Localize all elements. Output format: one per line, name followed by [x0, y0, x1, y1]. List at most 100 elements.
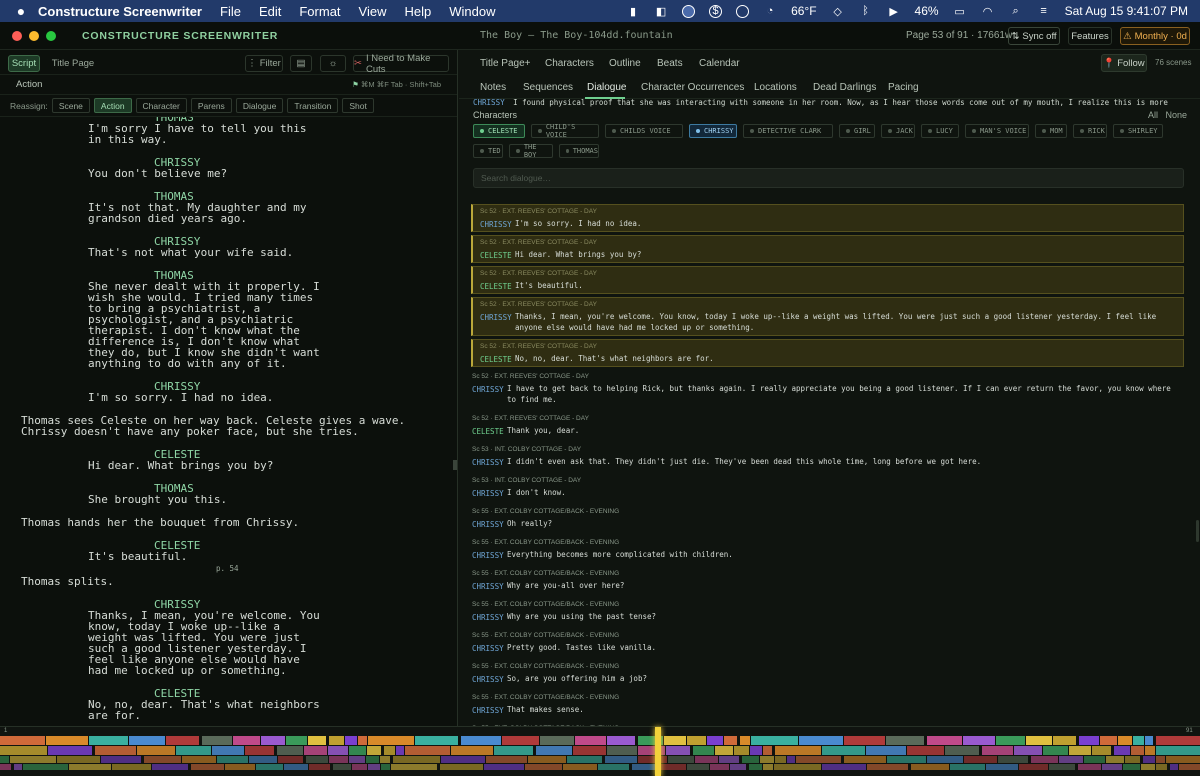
dialogue-row[interactable]: Sc 52 · EXT. REEVES' COTTAGE - DAY CHRISS…: [471, 297, 1184, 336]
timeline-segment[interactable]: [666, 746, 690, 755]
left-scrollbar-thumb[interactable]: [453, 460, 457, 470]
timeline-segment[interactable]: [598, 764, 629, 770]
timeline-segment[interactable]: [69, 764, 111, 770]
character-chip[interactable]: DETECTIVE CLARK: [743, 124, 833, 138]
timeline-segment[interactable]: [48, 746, 92, 755]
dialogue-row[interactable]: Sc 55 · EXT. COLBY COTTAGE/BACK - EVENIN…: [471, 536, 1184, 562]
timeline-segment[interactable]: [152, 764, 188, 770]
timeline-segment[interactable]: [1078, 764, 1101, 770]
timeline-segment[interactable]: [212, 746, 244, 755]
timeline-segment[interactable]: [536, 746, 572, 755]
timeline-segment[interactable]: [1145, 736, 1153, 745]
timeline-segment[interactable]: [278, 756, 303, 763]
timeline-segment[interactable]: [306, 756, 328, 763]
timeline-segment[interactable]: [742, 756, 759, 763]
mic-icon[interactable]: ▮: [626, 4, 640, 18]
character-chip[interactable]: CELESTE: [473, 124, 525, 138]
timeline-segment[interactable]: [233, 736, 260, 745]
timer-icon[interactable]: ◔: [763, 4, 777, 18]
timeline-segment[interactable]: [844, 756, 886, 763]
timeline-segment[interactable]: [866, 746, 906, 755]
filter-button[interactable]: ⋮ Filter: [245, 55, 283, 72]
control-center-icon[interactable]: ≡: [1037, 4, 1051, 18]
timeline-segment[interactable]: [1156, 764, 1167, 770]
timeline-segment[interactable]: [887, 756, 926, 763]
timeline-segment[interactable]: [822, 746, 865, 755]
dialogue-partial-line[interactable]: CHRISSY I found physical proof that she …: [473, 98, 1193, 110]
script-dialogue[interactable]: You don't believe me?: [88, 168, 227, 179]
timeline-segment[interactable]: [1156, 746, 1200, 755]
select-none-link[interactable]: None: [1166, 110, 1188, 120]
script-dialogue[interactable]: I'm so sorry. I had no idea.: [88, 392, 273, 403]
timeline-segment[interactable]: [710, 764, 729, 770]
timeline-segment[interactable]: [284, 764, 308, 770]
timeline-segment[interactable]: [1170, 764, 1178, 770]
timeline-segment[interactable]: [751, 736, 798, 745]
cuts-button[interactable]: ✂ I Need to Make Cuts: [353, 53, 449, 75]
tab-pacing[interactable]: Pacing: [888, 82, 919, 93]
timeline-segment[interactable]: [734, 746, 749, 755]
tab-script[interactable]: Script: [8, 55, 40, 72]
character-chip[interactable]: MOM: [1035, 124, 1067, 138]
timeline-segment[interactable]: [1106, 756, 1124, 763]
script-dialogue[interactable]: She brought you this.: [88, 494, 227, 505]
timeline-bars[interactable]: [0, 736, 1200, 774]
timeline-segment[interactable]: [0, 746, 47, 755]
timeline-segment[interactable]: [1026, 736, 1052, 745]
tab-dialogue[interactable]: Dialogue: [587, 82, 626, 93]
dialogue-row[interactable]: Sc 52 · EXT. REEVES' COTTAGE - DAY CHRISS…: [471, 370, 1184, 407]
sync-button[interactable]: ⇅ Sync off: [1008, 27, 1060, 45]
timeline-segment[interactable]: [182, 756, 216, 763]
minimize-window-button[interactable]: [29, 30, 39, 41]
follow-button[interactable]: 📍 Follow: [1101, 54, 1147, 72]
script-dialogue[interactable]: Thanks, I mean, you're welcome. You know…: [88, 610, 320, 676]
reassign-dialogue-button[interactable]: Dialogue: [235, 98, 284, 113]
timeline-segment[interactable]: [607, 736, 635, 745]
timeline-segment[interactable]: [525, 764, 562, 770]
tab-beats[interactable]: Beats: [657, 58, 683, 69]
timeline-segment[interactable]: [844, 736, 885, 745]
timeline-segment[interactable]: [1014, 746, 1042, 755]
script-action[interactable]: Thomas splits.: [21, 576, 114, 587]
timeline-segment[interactable]: [661, 764, 686, 770]
dialogue-row[interactable]: Sc 55 · EXT. COLBY COTTAGE/BACK - EVENIN…: [471, 691, 1184, 717]
timeline-segment[interactable]: [740, 736, 750, 745]
timeline-segment[interactable]: [1145, 746, 1155, 755]
close-window-button[interactable]: [12, 30, 22, 41]
timeline-segment[interactable]: [1118, 736, 1132, 745]
timeline-segment[interactable]: [440, 764, 483, 770]
menu-file[interactable]: File: [220, 4, 241, 19]
select-all-link[interactable]: All: [1148, 110, 1158, 120]
character-chip[interactable]: THOMAS: [559, 144, 599, 158]
timeline-segment[interactable]: [249, 756, 277, 763]
timeline-segment[interactable]: [277, 746, 303, 755]
timeline-segment[interactable]: [217, 756, 248, 763]
menu-window[interactable]: Window: [449, 4, 495, 19]
timeline-segment[interactable]: [563, 764, 597, 770]
timeline-segment[interactable]: [502, 736, 539, 745]
timeline-segment[interactable]: [749, 764, 762, 770]
play-icon[interactable]: ▶: [887, 4, 901, 18]
timeline-segment[interactable]: [256, 764, 283, 770]
script-action[interactable]: Thomas sees Celeste on her way back. Cel…: [21, 415, 405, 437]
script-dialogue[interactable]: No, no, dear. That's what neighbors are …: [88, 699, 320, 721]
timeline-segment[interactable]: [441, 756, 485, 763]
timeline-segment[interactable]: [822, 764, 866, 770]
wifi-icon[interactable]: ◠: [981, 4, 995, 18]
dialogue-row[interactable]: Sc 52 · EXT. REEVES' COTTAGE - DAY CELEST…: [471, 412, 1184, 438]
timeline-segment[interactable]: [368, 764, 380, 770]
character-chip[interactable]: RICK: [1073, 124, 1107, 138]
timeline-segment[interactable]: [1179, 764, 1200, 770]
timeline-segment[interactable]: [763, 746, 772, 755]
timeline-segment[interactable]: [144, 756, 181, 763]
character-chip[interactable]: LUCY: [921, 124, 959, 138]
timeline-segment[interactable]: [775, 746, 821, 755]
timeline-segment[interactable]: [1049, 764, 1075, 770]
timeline-segment[interactable]: [1166, 756, 1200, 763]
timeline-segment[interactable]: [1141, 764, 1155, 770]
timeline-segment[interactable]: [308, 736, 326, 745]
timeline-segment[interactable]: [367, 746, 381, 755]
character-chip[interactable]: JACK: [881, 124, 915, 138]
tab-outline[interactable]: Outline: [609, 58, 641, 69]
timeline-segment[interactable]: [707, 736, 723, 745]
